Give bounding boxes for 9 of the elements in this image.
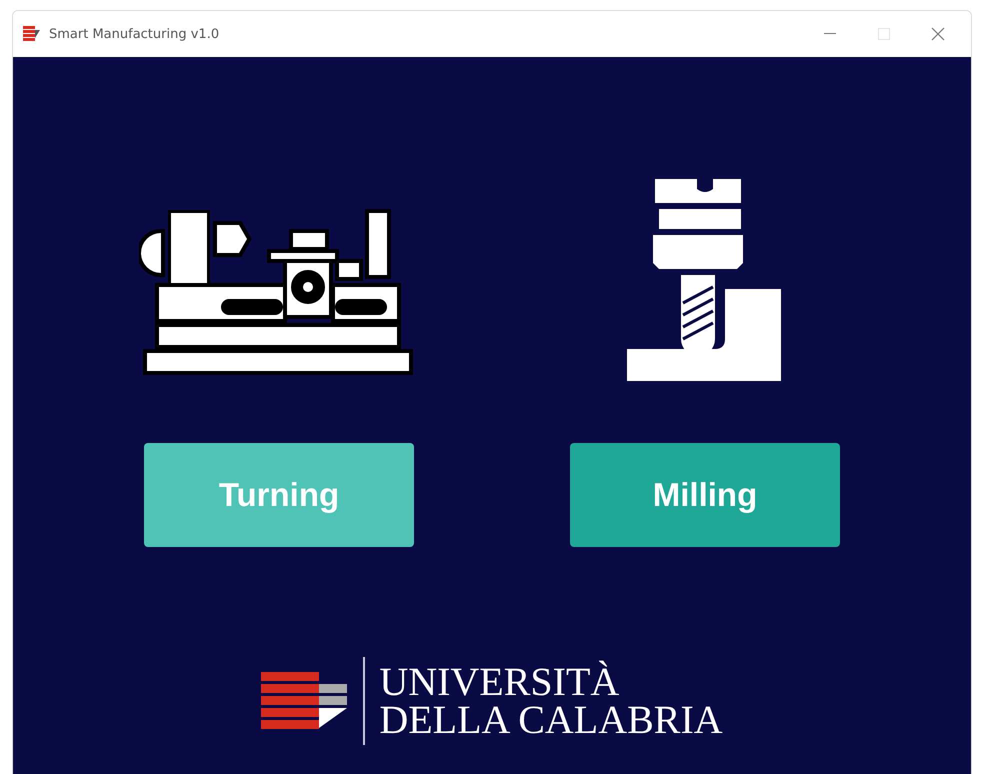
close-icon[interactable] [931, 27, 945, 41]
machine-button[interactable]: Turning [144, 443, 414, 547]
app-icon [23, 26, 41, 42]
window-title: Smart Manufacturing v1.0 [49, 26, 220, 42]
logo-text: UNIVERSITÀ [379, 663, 620, 701]
machine-button[interactable]: Milling [570, 443, 840, 547]
university-logo-icon [261, 672, 350, 730]
minimize-icon[interactable] [824, 33, 836, 35]
logo-text: DELLA CALABRIA [379, 701, 723, 739]
